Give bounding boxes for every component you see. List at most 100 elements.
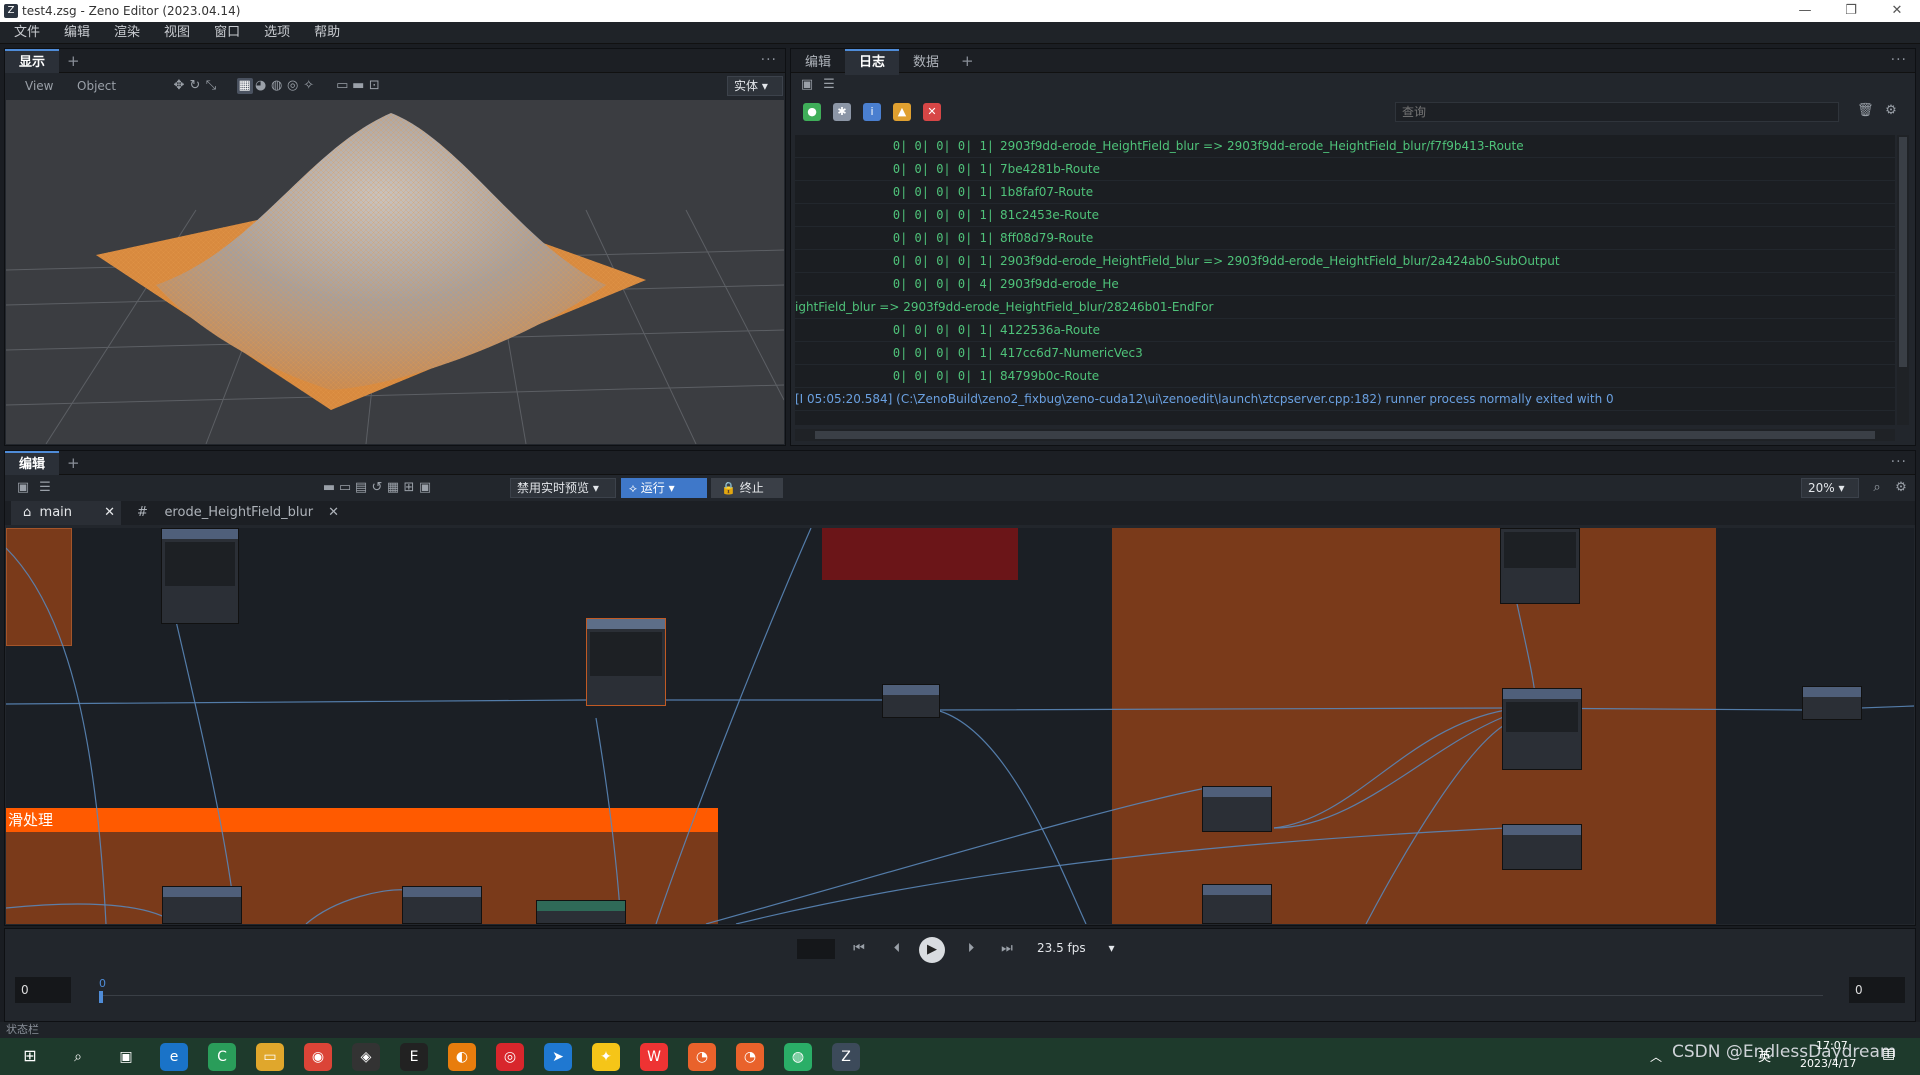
step-forward-icon[interactable]: ⏵ <box>963 941 979 957</box>
filter-error-icon[interactable]: ✕ <box>923 103 941 121</box>
viewport-canvas[interactable] <box>6 100 784 444</box>
timeline-cursor[interactable] <box>99 991 103 1003</box>
tab-node-edit[interactable]: 编辑 <box>5 451 60 477</box>
close-button[interactable]: ✕ <box>1874 0 1920 22</box>
graph-node[interactable] <box>1202 884 1272 924</box>
blackboard-icon[interactable]: ▤ <box>353 480 369 496</box>
trash-icon[interactable]: 🗑 <box>1857 103 1874 119</box>
snap-icon[interactable]: ⊞ <box>401 480 417 496</box>
log-row[interactable]: 0| 0| 0| 0| 1| 81c2453e-Route <box>795 204 1895 227</box>
material-icon[interactable]: ◕ <box>253 78 269 94</box>
view-icon[interactable]: ▣ <box>417 480 433 496</box>
unity-icon[interactable]: ◈ <box>352 1043 380 1071</box>
filter-warning-icon[interactable]: ▲ <box>893 103 911 121</box>
menu-view[interactable]: 视图 <box>152 22 202 44</box>
zeno-icon[interactable]: Z <box>832 1043 860 1071</box>
graph-node[interactable] <box>1202 786 1272 832</box>
log-vscrollbar[interactable] <box>1897 135 1909 425</box>
wechat-icon[interactable]: ◍ <box>784 1043 812 1071</box>
blender-icon[interactable]: ◐ <box>448 1043 476 1071</box>
layout-icon[interactable]: ▣ <box>15 480 31 496</box>
clock-time[interactable]: 17:07 <box>1816 1039 1848 1052</box>
tab-edit[interactable]: 编辑 <box>791 51 845 75</box>
log-row[interactable]: 0| 0| 0| 0| 1| 2903f9dd-erode_HeightField… <box>795 135 1895 158</box>
search-icon[interactable]: ⌕ <box>1869 480 1885 496</box>
start-frame-input[interactable]: 0 <box>15 977 71 1003</box>
play-button[interactable]: ▶ <box>919 937 945 963</box>
wps-icon[interactable]: W <box>640 1043 668 1071</box>
graph-node[interactable] <box>162 886 242 924</box>
log-row-info[interactable]: [I 05:05:20.584] (C:\ZenoBuild\zeno2_fix… <box>795 388 1895 411</box>
graph-node[interactable] <box>536 900 626 924</box>
light-icon[interactable]: ✧ <box>301 78 317 94</box>
graph-tab-subgraph[interactable]: # erode_HeightField_blur ✕ <box>125 501 345 525</box>
menu-window[interactable]: 窗口 <box>202 22 252 44</box>
group-icon[interactable]: ▬ <box>321 480 337 496</box>
menu-edit[interactable]: 编辑 <box>52 22 102 44</box>
menu-render[interactable]: 渲染 <box>102 22 152 44</box>
grid-icon[interactable]: ▦ <box>385 480 401 496</box>
log-row[interactable]: 0| 0| 0| 0| 1| 417cc6d7-NumericVec3 <box>795 342 1895 365</box>
move-icon[interactable]: ✥ <box>171 78 187 94</box>
menu-file[interactable]: 文件 <box>2 22 52 44</box>
houdini-icon[interactable]: ◔ <box>688 1043 716 1071</box>
wireframe-icon[interactable]: ▦ <box>236 78 253 94</box>
search-icon[interactable]: ⌕ <box>64 1043 92 1071</box>
edge-icon[interactable]: e <box>160 1043 188 1071</box>
filter-success-icon[interactable]: ● <box>803 103 821 121</box>
log-row[interactable]: ightField_blur => 2903f9dd-erode_HeightF… <box>795 296 1895 319</box>
log-row[interactable]: 0| 0| 0| 0| 1| 8ff08d79-Route <box>795 227 1895 250</box>
realtime-preview-select[interactable]: 禁用实时预览 ▾ <box>510 478 616 498</box>
close-icon[interactable]: ✕ <box>328 501 339 525</box>
view-menu[interactable]: View <box>25 79 53 93</box>
netease-music-icon[interactable]: ◎ <box>496 1043 524 1071</box>
shading-icon[interactable]: ◎ <box>285 78 301 94</box>
graph-node[interactable] <box>161 528 239 624</box>
graph-node[interactable] <box>1802 686 1862 720</box>
sphere-icon[interactable]: ◍ <box>269 78 285 94</box>
menu-options[interactable]: 选项 <box>252 22 302 44</box>
log-hscrollbar[interactable] <box>795 429 1895 441</box>
gear-icon[interactable]: ⚙ <box>1893 480 1909 496</box>
frame-icon[interactable]: ▭ <box>337 480 353 496</box>
log-row[interactable]: 0| 0| 0| 0| 1| 84799b0c-Route <box>795 365 1895 388</box>
fps-select[interactable]: 23.5 fps ▾ <box>1031 939 1127 957</box>
clion-icon[interactable]: C <box>208 1043 236 1071</box>
fit-view-icon[interactable]: ⊡ <box>366 78 382 94</box>
rotate-icon[interactable]: ↻ <box>187 78 203 94</box>
filter-debug-icon[interactable]: ✱ <box>833 103 851 121</box>
log-row[interactable]: 0| 0| 0| 0| 1| 2903f9dd-erode_HeightField… <box>795 250 1895 273</box>
app-icon[interactable]: ✦ <box>592 1043 620 1071</box>
step-back-icon[interactable]: ⏴ <box>889 941 905 957</box>
screenshot-icon[interactable]: ▭ <box>334 78 350 94</box>
zoom-select[interactable]: 20% ▾ <box>1801 478 1859 498</box>
add-tab-icon[interactable]: + <box>953 49 982 73</box>
task-view-icon[interactable]: ▣ <box>112 1043 140 1071</box>
close-icon[interactable]: ✕ <box>104 501 115 525</box>
windows-start-icon[interactable]: ⊞ <box>16 1042 44 1070</box>
gear-icon[interactable]: ⚙ <box>1883 103 1899 119</box>
graph-node[interactable] <box>1502 824 1582 870</box>
chrome-icon[interactable]: ◉ <box>304 1043 332 1071</box>
log-search-input[interactable] <box>1395 102 1839 122</box>
feishu-icon[interactable]: ➤ <box>544 1043 572 1071</box>
folder-icon[interactable]: ▭ <box>256 1043 284 1071</box>
tree-icon[interactable]: ☰ <box>821 77 837 93</box>
run-button[interactable]: ⟡ 运行 ▾ <box>621 478 707 498</box>
object-menu[interactable]: Object <box>77 79 116 93</box>
timeline-track[interactable] <box>101 995 1823 996</box>
houdini-icon[interactable]: ◔ <box>736 1043 764 1071</box>
minimize-button[interactable]: — <box>1782 0 1828 22</box>
notification-icon[interactable]: ▤ <box>1882 1046 1895 1062</box>
graph-node[interactable] <box>1500 528 1580 604</box>
tab-display[interactable]: 显示 <box>5 49 60 75</box>
tab-log[interactable]: 日志 <box>845 49 900 75</box>
more-icon[interactable]: ··· <box>761 52 777 68</box>
camera-icon[interactable]: ▬ <box>350 78 366 94</box>
skip-start-icon[interactable]: ⏮ <box>851 941 867 957</box>
log-row[interactable]: 0| 0| 0| 0| 4| 2903f9dd-erode_He <box>795 273 1895 296</box>
layout-icon[interactable]: ▣ <box>799 77 815 93</box>
epic-games-icon[interactable]: E <box>400 1043 428 1071</box>
graph-node[interactable] <box>402 886 482 924</box>
scale-icon[interactable]: ⤡ <box>203 78 219 94</box>
